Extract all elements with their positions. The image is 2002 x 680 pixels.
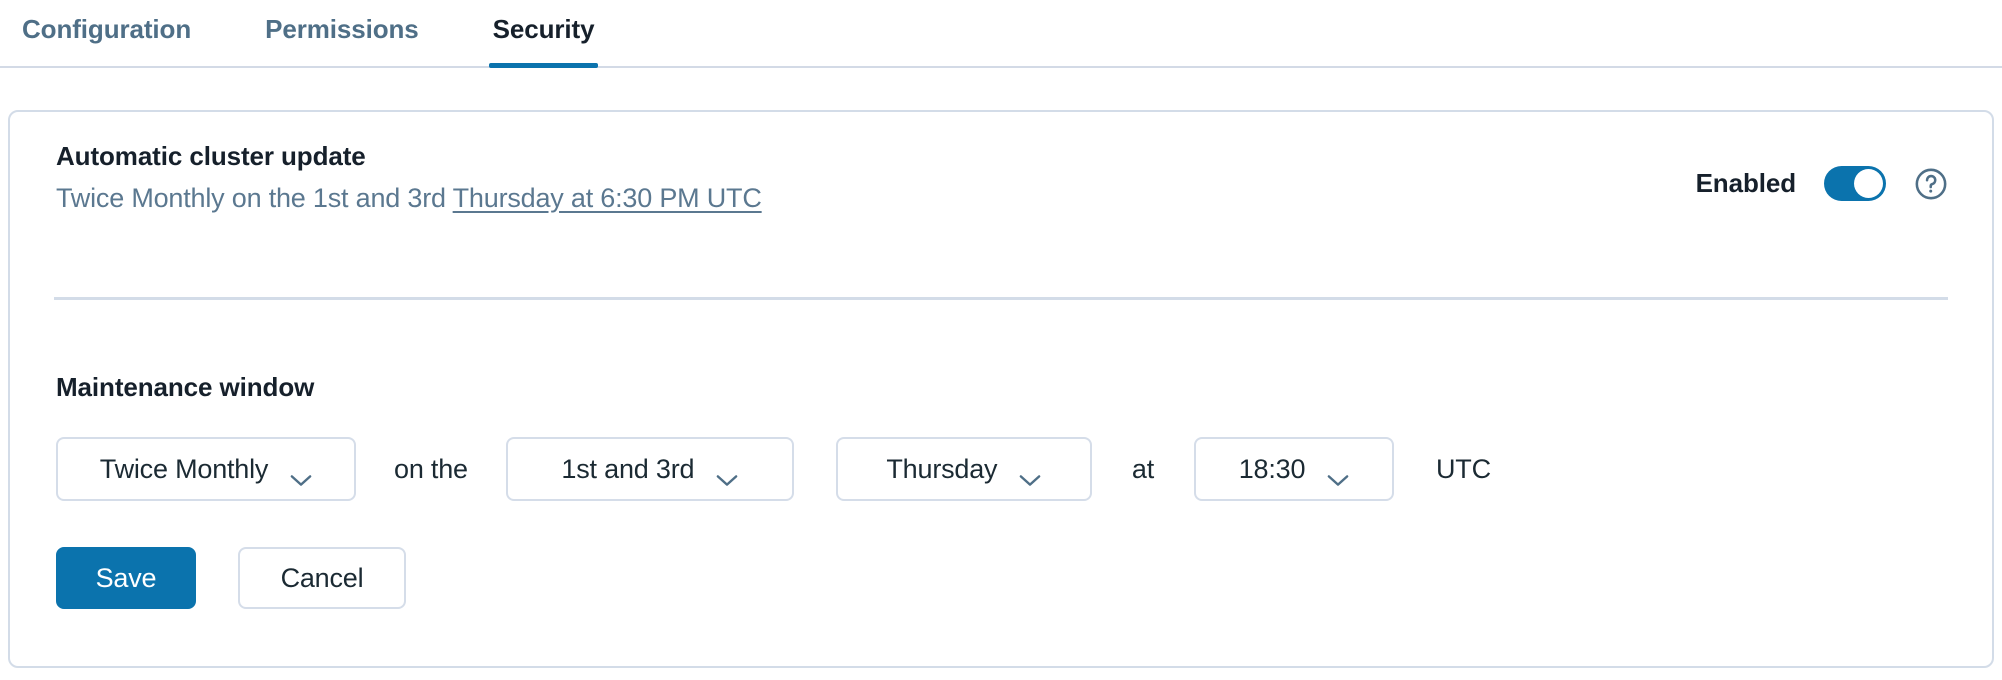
frequency-select[interactable]: Twice Monthly bbox=[56, 437, 356, 501]
save-button[interactable]: Save bbox=[56, 547, 196, 609]
maintenance-window-title: Maintenance window bbox=[56, 372, 315, 402]
chevron-down-icon bbox=[290, 463, 312, 486]
automatic-cluster-update-summary: Twice Monthly on the 1st and 3rd Thursda… bbox=[56, 182, 762, 216]
ordinal-select[interactable]: 1st and 3rd bbox=[505, 437, 794, 501]
tab-permissions[interactable]: Permissions bbox=[261, 0, 423, 66]
security-settings-card: Automatic cluster update Twice Monthly o… bbox=[8, 110, 1994, 668]
summary-prefix-text: Twice Monthly on the 1st and 3rd bbox=[56, 182, 453, 213]
tab-security-label: Security bbox=[492, 13, 595, 44]
maintenance-window-controls: Twice Monthly on the 1st and 3rd Thursda… bbox=[56, 437, 1491, 501]
day-select[interactable]: Thursday bbox=[835, 437, 1092, 501]
automatic-cluster-update-title: Automatic cluster update bbox=[56, 141, 366, 171]
tab-configuration-label: Configuration bbox=[22, 13, 192, 44]
chevron-down-icon bbox=[1019, 463, 1041, 486]
cancel-button[interactable]: Cancel bbox=[238, 547, 406, 609]
tab-bar: Configuration Permissions Security bbox=[0, 0, 2002, 68]
schedule-link[interactable]: Thursday at 6:30 PM UTC bbox=[453, 183, 762, 213]
ordinal-select-value: 1st and 3rd bbox=[561, 453, 695, 484]
toggle-knob bbox=[1854, 169, 1883, 198]
conjunction-on-the: on the bbox=[394, 453, 468, 484]
tab-permissions-label: Permissions bbox=[265, 13, 419, 44]
automatic-cluster-update-header: Automatic cluster update Twice Monthly o… bbox=[10, 112, 1992, 215]
enabled-label: Enabled bbox=[1695, 168, 1797, 198]
tab-configuration[interactable]: Configuration bbox=[18, 0, 195, 66]
day-select-value: Thursday bbox=[886, 453, 998, 484]
frequency-select-value: Twice Monthly bbox=[99, 453, 269, 484]
form-actions: Save Cancel bbox=[56, 547, 406, 609]
chevron-down-icon bbox=[1327, 463, 1349, 486]
automatic-cluster-update-toggle[interactable] bbox=[1824, 166, 1886, 201]
time-select-value: 18:30 bbox=[1238, 453, 1306, 484]
section-divider bbox=[54, 297, 1948, 300]
security-settings-page: Configuration Permissions Security Autom… bbox=[0, 0, 2002, 680]
time-select[interactable]: 18:30 bbox=[1194, 437, 1394, 501]
automatic-cluster-update-info: Automatic cluster update Twice Monthly o… bbox=[56, 140, 762, 215]
question-circle-icon[interactable] bbox=[1914, 167, 1948, 201]
tab-security[interactable]: Security bbox=[488, 0, 599, 68]
automatic-cluster-update-controls: Enabled bbox=[1696, 140, 1948, 201]
chevron-down-icon bbox=[716, 463, 738, 486]
conjunction-at: at bbox=[1131, 453, 1154, 484]
timezone-label: UTC bbox=[1436, 453, 1491, 484]
